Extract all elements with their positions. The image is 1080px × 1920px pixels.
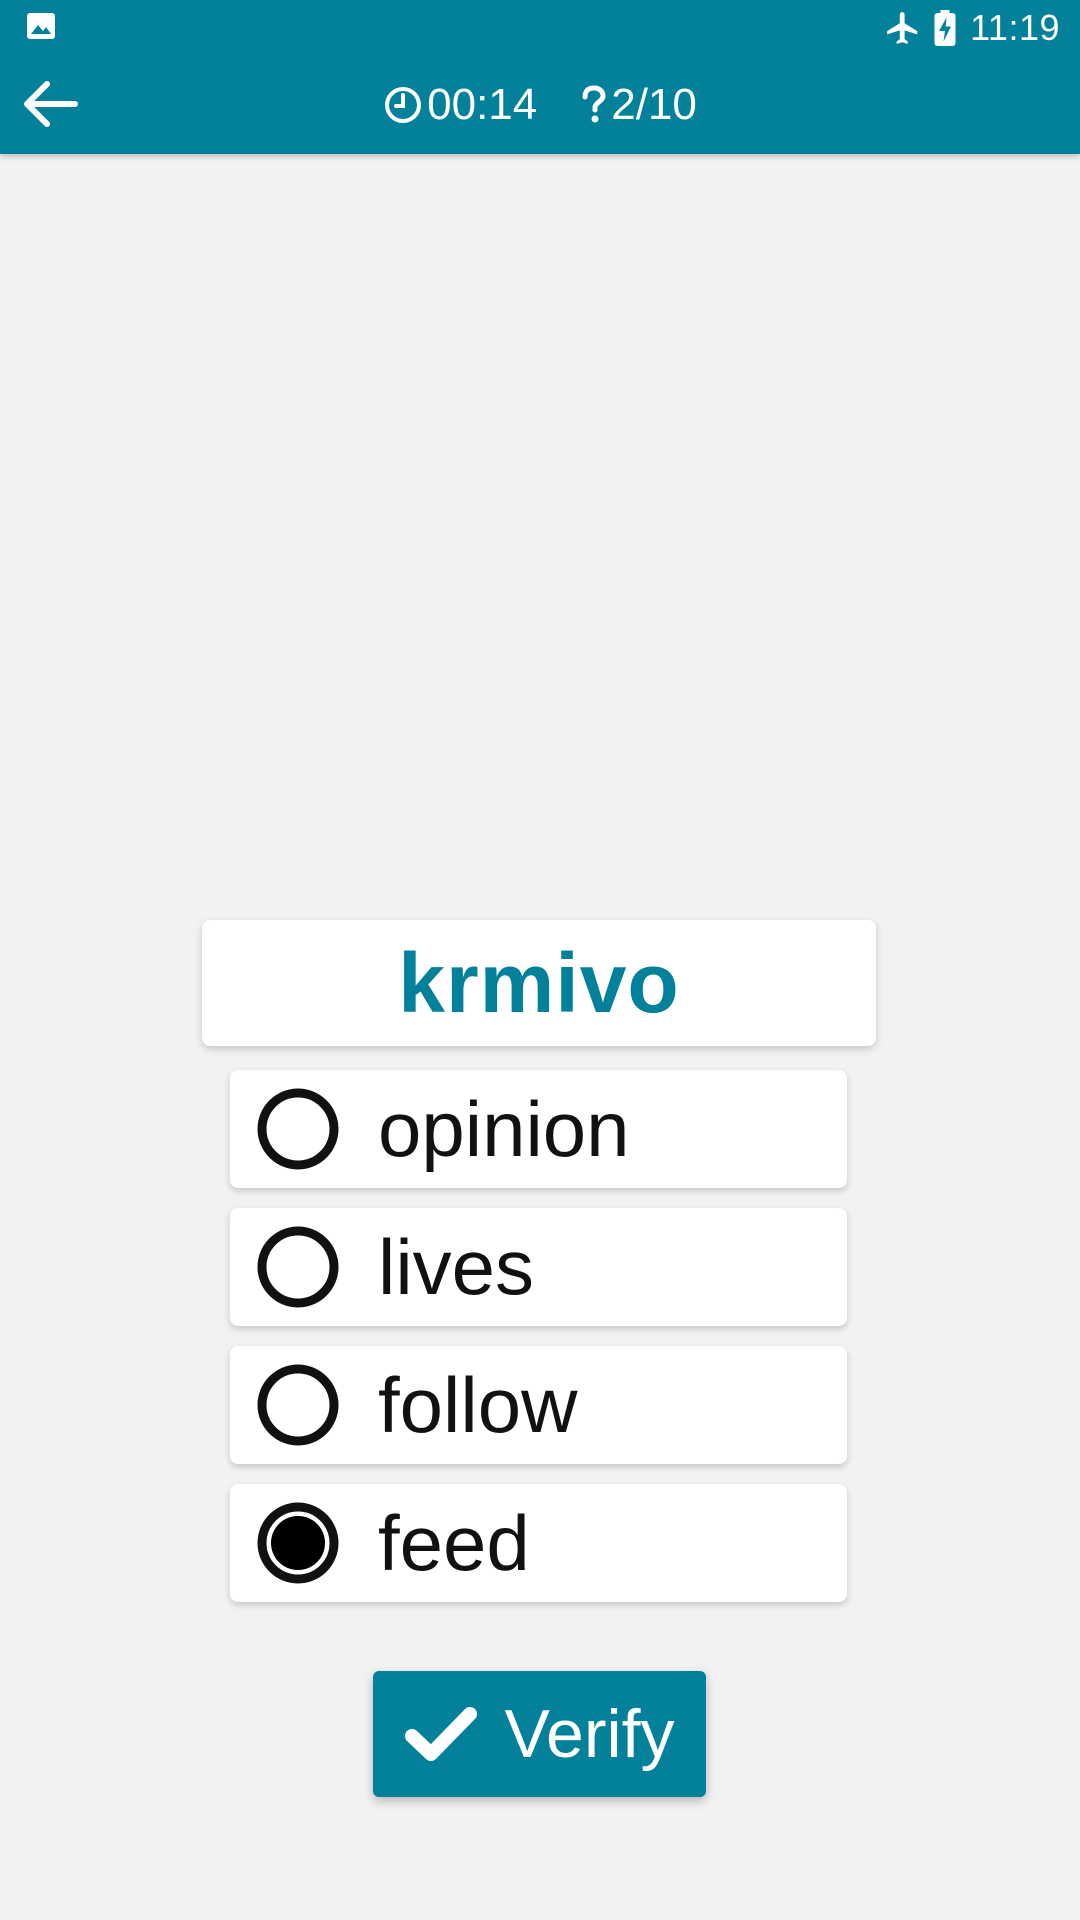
check-icon <box>405 1707 478 1761</box>
radio-unchecked-icon <box>257 1226 339 1308</box>
option-label: lives <box>378 1222 535 1311</box>
radio-unchecked-icon <box>257 1088 339 1170</box>
option-lives[interactable]: lives <box>230 1208 847 1326</box>
radio-checked-icon <box>257 1502 339 1584</box>
option-label: opinion <box>378 1084 630 1173</box>
clock-icon <box>385 87 422 123</box>
option-opinion[interactable]: opinion <box>230 1070 847 1188</box>
quiz-status: 00:14 2/10 <box>0 78 1080 132</box>
app-bar: 11:19 00:14 2/10 <box>0 0 1080 154</box>
question-icon <box>582 85 606 123</box>
status-bar: 11:19 <box>0 0 1080 54</box>
option-follow[interactable]: follow <box>230 1346 847 1464</box>
status-icons: 11:19 <box>884 4 1060 52</box>
gallery-icon <box>27 13 55 39</box>
timer: 00:14 <box>383 80 537 130</box>
status-time: 11:19 <box>970 7 1060 48</box>
option-label: follow <box>378 1360 578 1449</box>
progress-value: 2/10 <box>611 80 697 129</box>
timer-value: 00:14 <box>427 80 538 129</box>
battery-charging-icon <box>934 10 956 46</box>
question-progress: 2/10 <box>581 80 697 130</box>
verify-label: Verify <box>504 1696 675 1772</box>
option-label: feed <box>378 1498 530 1587</box>
radio-unchecked-icon <box>257 1364 339 1446</box>
quiz-word: krmivo <box>398 935 680 1030</box>
word-card: krmivo <box>202 920 876 1046</box>
option-feed[interactable]: feed <box>230 1484 847 1602</box>
verify-button[interactable]: Verify <box>373 1671 706 1797</box>
airplane-icon <box>887 12 918 44</box>
